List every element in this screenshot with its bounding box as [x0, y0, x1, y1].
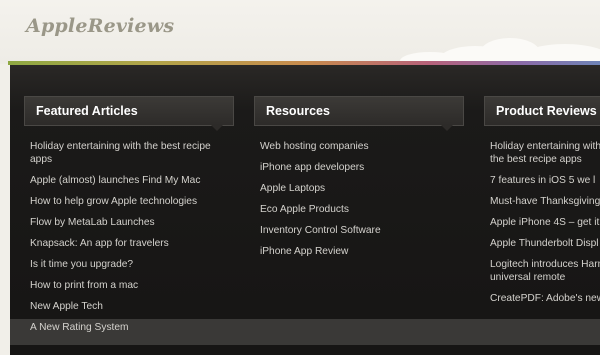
list-item[interactable]: New Apple Tech — [24, 300, 234, 313]
list-item[interactable]: Holiday entertaining with the best recip… — [24, 140, 234, 166]
list-item[interactable]: Knapsack: An app for travelers — [24, 237, 234, 250]
list-item[interactable]: How to print from a mac — [24, 279, 234, 292]
list-item[interactable]: Is it time you upgrade? — [24, 258, 234, 271]
column-featured-articles: Featured Articles Holiday entertaining w… — [24, 96, 234, 342]
list-item[interactable]: How to help grow Apple technologies — [24, 195, 234, 208]
column-product-reviews: Product Reviews Holiday entertaining wit… — [484, 96, 600, 313]
list-item[interactable]: Inventory Control Software — [254, 224, 464, 237]
list-item[interactable]: A New Rating System — [24, 321, 234, 334]
arrow-notch-icon — [441, 125, 453, 131]
column-heading-label: Featured Articles — [36, 104, 138, 118]
list-item[interactable]: Web hosting companies — [254, 140, 464, 153]
site-logo[interactable]: AppleReviews — [26, 15, 174, 37]
list-item[interactable]: Logitech introduces Harm universal remot… — [484, 258, 600, 284]
list-item[interactable]: Apple Laptops — [254, 182, 464, 195]
list-item[interactable]: 7 features in iOS 5 we l — [484, 174, 600, 187]
list-item[interactable]: CreatePDF: Adobe's new — [484, 292, 600, 305]
list-item[interactable]: Apple iPhone 4S – get it 5? — [484, 216, 600, 229]
list-item[interactable]: Flow by MetaLab Launches — [24, 216, 234, 229]
list-item[interactable]: Apple (almost) launches Find My Mac — [24, 174, 234, 187]
column-resources: Resources Web hosting companies iPhone a… — [254, 96, 464, 266]
list-item[interactable]: iPhone App Review — [254, 245, 464, 258]
column-heading: Product Reviews — [484, 96, 600, 126]
arrow-notch-icon — [211, 125, 223, 131]
column-heading: Featured Articles — [24, 96, 234, 131]
list-item[interactable]: Holiday entertaining with the best recip… — [484, 140, 600, 166]
list-item[interactable]: Eco Apple Products — [254, 203, 464, 216]
column-heading-label: Resources — [266, 104, 330, 118]
list-item[interactable]: Must-have Thanksgiving — [484, 195, 600, 208]
list-item[interactable]: Apple Thunderbolt Displ — [484, 237, 600, 250]
list-item[interactable]: iPhone app developers — [254, 161, 464, 174]
column-heading: Resources — [254, 96, 464, 131]
column-heading-label: Product Reviews — [496, 104, 597, 118]
